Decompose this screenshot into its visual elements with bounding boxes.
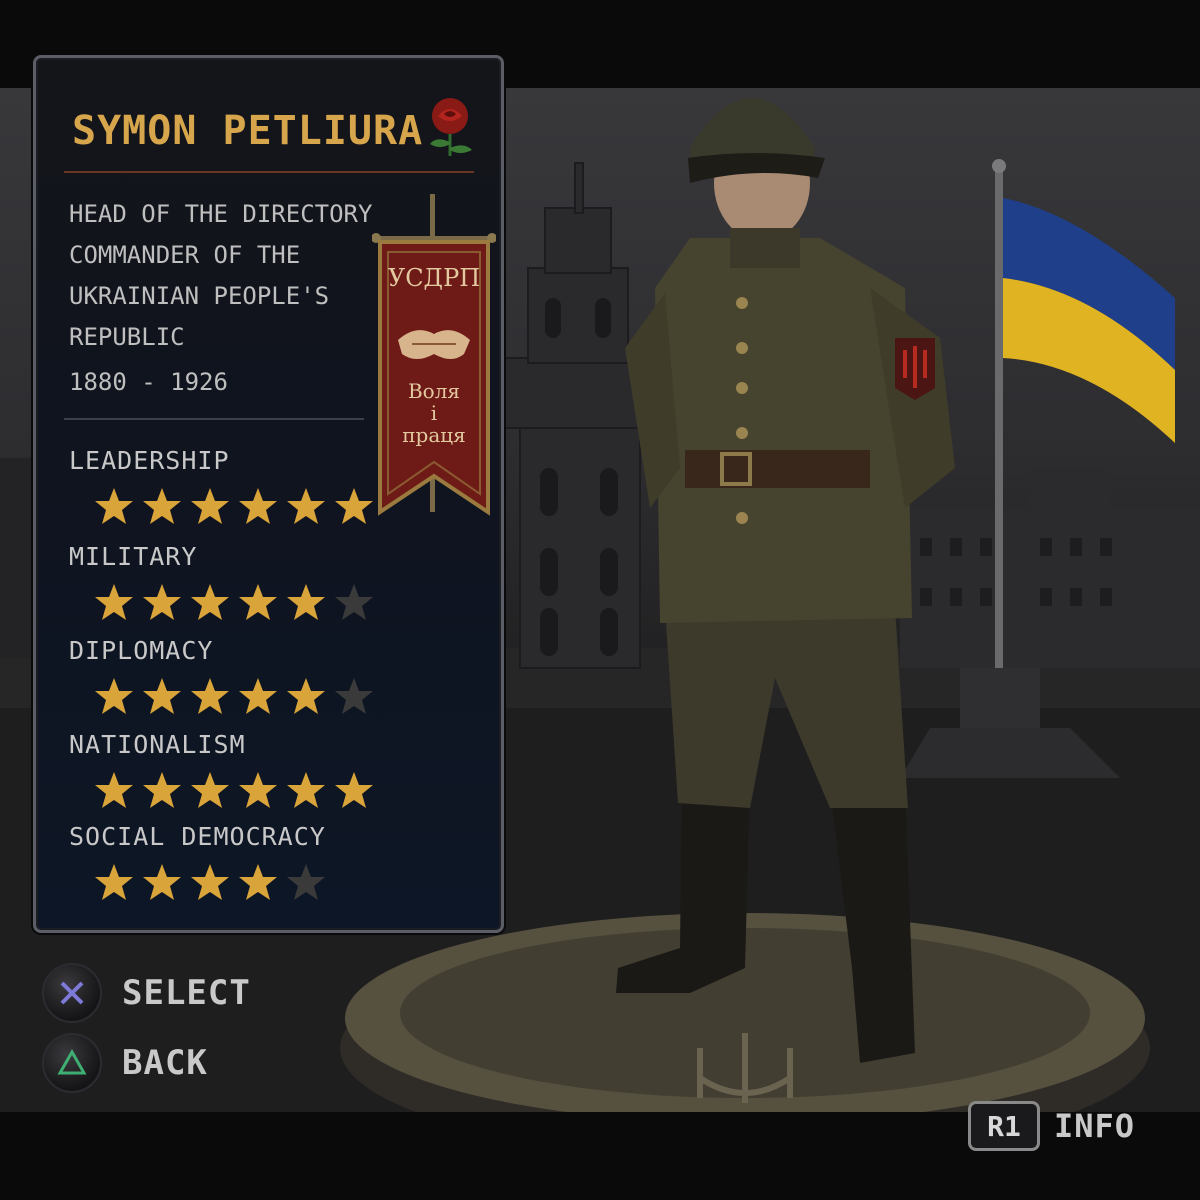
star-rating — [93, 862, 327, 902]
banner-party-text: УСДРП — [388, 264, 480, 292]
star-filled-icon — [285, 582, 327, 622]
leader-years: 1880 - 1926 — [69, 368, 228, 396]
star-rating — [93, 676, 375, 716]
star-filled-icon — [285, 770, 327, 810]
star-filled-icon — [141, 676, 183, 716]
stat-label: NATIONALISM — [69, 730, 246, 759]
star-filled-icon — [237, 582, 279, 622]
cross-button-icon[interactable] — [42, 963, 102, 1023]
star-filled-icon — [93, 486, 135, 526]
star-empty-icon — [333, 676, 375, 716]
star-filled-icon — [189, 770, 231, 810]
select-label: SELECT — [122, 973, 251, 1013]
description-line: HEAD OF THE DIRECTORY — [69, 200, 373, 228]
stat-nationalism: NATIONALISM — [69, 730, 375, 810]
stat-label: LEADERSHIP — [69, 446, 230, 475]
stats-divider — [64, 418, 364, 420]
back-label: BACK — [122, 1043, 208, 1083]
star-filled-icon — [141, 582, 183, 622]
star-empty-icon — [285, 862, 327, 902]
info-label: INFO — [1054, 1107, 1136, 1145]
star-rating — [93, 770, 375, 810]
star-filled-icon — [189, 676, 231, 716]
star-filled-icon — [237, 770, 279, 810]
star-filled-icon — [333, 486, 375, 526]
party-banner: УСДРП Воля і праця — [371, 194, 497, 524]
stat-label: SOCIAL DEMOCRACY — [69, 822, 326, 851]
stat-leadership: LEADERSHIP — [69, 446, 375, 526]
description-line: COMMANDER OF THE — [69, 241, 301, 269]
star-filled-icon — [93, 676, 135, 716]
back-control[interactable]: BACK — [42, 1033, 208, 1093]
stat-military: MILITARY — [69, 542, 375, 622]
star-filled-icon — [93, 582, 135, 622]
leader-description: HEAD OF THE DIRECTORY COMMANDER OF THE U… — [69, 194, 389, 403]
star-rating — [93, 486, 375, 526]
star-filled-icon — [189, 486, 231, 526]
star-filled-icon — [189, 862, 231, 902]
star-filled-icon — [141, 862, 183, 902]
title-divider — [64, 171, 474, 173]
info-control[interactable]: R1 INFO — [968, 1101, 1135, 1151]
star-filled-icon — [237, 676, 279, 716]
star-rating — [93, 582, 375, 622]
description-line: REPUBLIC — [69, 323, 185, 351]
star-filled-icon — [285, 676, 327, 716]
banner-motto-line: Воля — [408, 379, 460, 403]
stat-label: MILITARY — [69, 542, 198, 571]
star-filled-icon — [141, 486, 183, 526]
select-control[interactable]: SELECT — [42, 963, 251, 1023]
r1-button-icon[interactable]: R1 — [968, 1101, 1040, 1151]
star-filled-icon — [285, 486, 327, 526]
description-line: UKRAINIAN PEOPLE'S — [69, 282, 330, 310]
stat-social-democracy: SOCIAL DEMOCRACY — [69, 822, 327, 902]
star-filled-icon — [141, 770, 183, 810]
leader-info-panel: SYMON PETLIURA HEAD OF THE DIRECTORY COM… — [33, 55, 504, 933]
star-filled-icon — [237, 862, 279, 902]
star-filled-icon — [333, 770, 375, 810]
stat-diplomacy: DIPLOMACY — [69, 636, 375, 716]
star-empty-icon — [333, 582, 375, 622]
banner-motto-line: праця — [402, 423, 466, 447]
star-filled-icon — [237, 486, 279, 526]
star-filled-icon — [93, 862, 135, 902]
triangle-button-icon[interactable] — [42, 1033, 102, 1093]
star-filled-icon — [93, 770, 135, 810]
red-rose-icon — [424, 96, 476, 158]
leader-name: SYMON PETLIURA — [72, 108, 424, 154]
stat-label: DIPLOMACY — [69, 636, 214, 665]
banner-motto-line: і — [431, 401, 437, 425]
star-filled-icon — [189, 582, 231, 622]
